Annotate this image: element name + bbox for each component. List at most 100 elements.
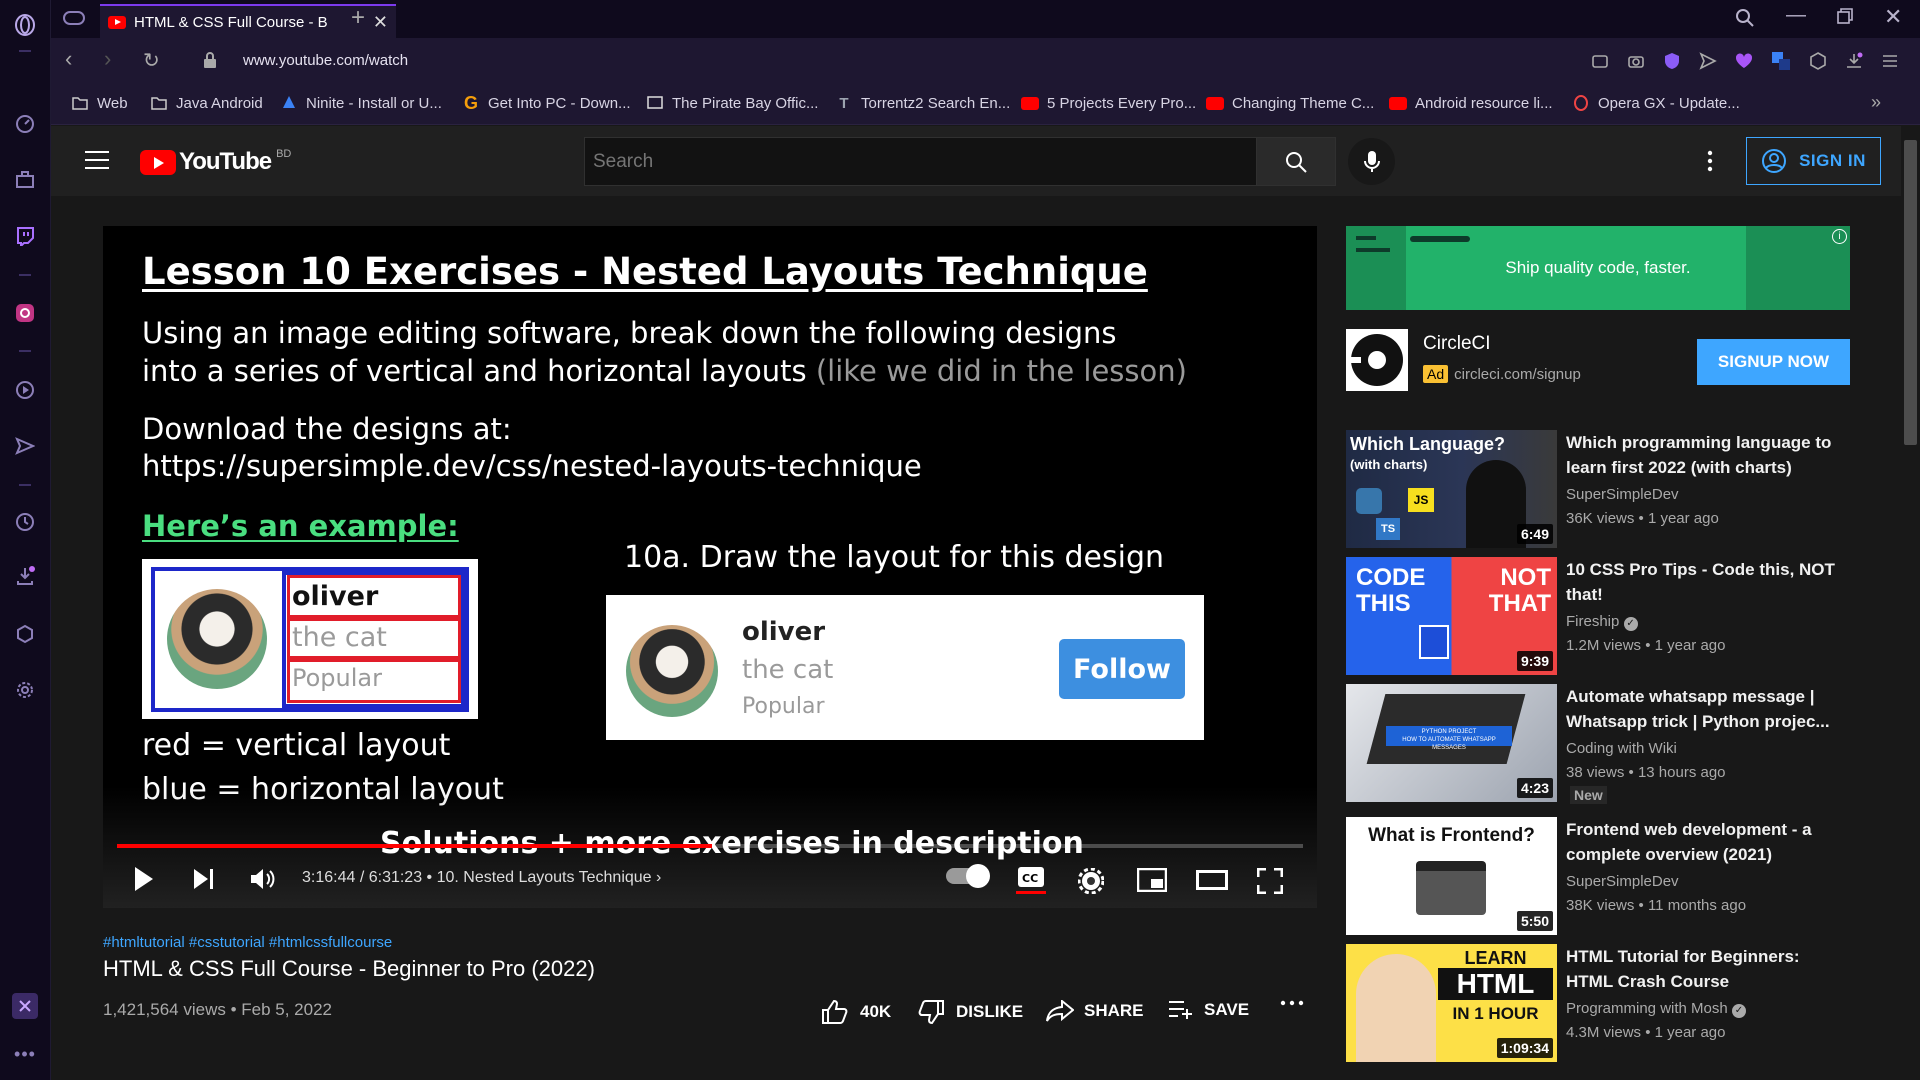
minimize-icon[interactable]: — bbox=[1786, 4, 1806, 27]
video-thumbnail[interactable]: What is Frontend? 5:50 bbox=[1346, 817, 1557, 935]
miniplayer-button[interactable] bbox=[1137, 868, 1167, 892]
video-hashtags[interactable]: #htmltutorial #csstutorial #htmlcssfullc… bbox=[103, 934, 392, 951]
ad-info-icon[interactable]: i bbox=[1832, 229, 1847, 244]
bookmark-android-resource[interactable]: Android resource li... bbox=[1389, 94, 1553, 112]
recommendation-item[interactable]: PYTHON PROJECT HOW TO AUTOMATE WHATSAPP M… bbox=[1346, 684, 1920, 804]
close-window-icon[interactable]: ✕ bbox=[1884, 4, 1902, 30]
recommendation-item[interactable]: LEARN HTML IN 1 HOUR 1:09:34 HTML Tutori… bbox=[1346, 944, 1920, 1062]
video-thumbnail[interactable]: Which Language? (with charts) JS TS 6:49 bbox=[1346, 430, 1557, 548]
ad-banner[interactable]: Ship quality code, faster. i bbox=[1346, 226, 1850, 310]
opera-logo-icon[interactable] bbox=[13, 13, 37, 37]
history-icon[interactable] bbox=[13, 510, 37, 534]
send-icon[interactable] bbox=[13, 434, 37, 458]
sign-in-button[interactable]: SIGN IN bbox=[1746, 137, 1881, 185]
channel-name[interactable]: Fireship ✓ bbox=[1566, 613, 1638, 631]
theater-button[interactable] bbox=[1196, 870, 1228, 890]
more-bookmarks-icon[interactable]: » bbox=[1871, 92, 1881, 113]
bookmark-java-android[interactable]: Java Android bbox=[150, 94, 263, 112]
camera-icon[interactable] bbox=[1627, 52, 1645, 70]
flow-send-icon[interactable] bbox=[1699, 52, 1717, 70]
more-options-icon[interactable] bbox=[1707, 149, 1713, 178]
gx-corner-icon[interactable] bbox=[13, 168, 37, 192]
vpn-shield-icon[interactable] bbox=[1663, 52, 1681, 70]
player-icon[interactable] bbox=[13, 378, 37, 402]
fullscreen-button[interactable] bbox=[1257, 868, 1283, 894]
share-button[interactable]: SHARE bbox=[1046, 1000, 1144, 1022]
reload-icon[interactable]: ↻ bbox=[143, 48, 160, 73]
recommendation-title[interactable]: Frontend web development - a complete ov… bbox=[1566, 817, 1836, 867]
youtube-logo[interactable]: YouTube BD bbox=[140, 148, 291, 176]
channel-name[interactable]: Coding with Wiki bbox=[1566, 740, 1677, 757]
download-icon[interactable] bbox=[1845, 52, 1863, 70]
recommendation-title[interactable]: Which programming language to learn firs… bbox=[1566, 430, 1836, 480]
instagram-icon[interactable] bbox=[13, 301, 37, 325]
gx-control-icon[interactable] bbox=[12, 993, 38, 1019]
video-thumbnail[interactable]: PYTHON PROJECT HOW TO AUTOMATE WHATSAPP M… bbox=[1346, 684, 1557, 802]
video-thumbnail[interactable]: CODE THIS NOT THAT 9:39 bbox=[1346, 557, 1557, 675]
progress-bar[interactable] bbox=[117, 844, 1303, 848]
channel-name[interactable]: Programming with Mosh ✓ bbox=[1566, 1000, 1746, 1018]
url-field[interactable]: www.youtube.com/watch bbox=[243, 52, 408, 69]
bookmark-torrentz[interactable]: T Torrentz2 Search En... bbox=[835, 94, 1010, 112]
autoplay-toggle[interactable] bbox=[946, 864, 990, 888]
bookmark-ninite[interactable]: Ninite - Install or U... bbox=[280, 94, 442, 112]
bookmark-piratebay[interactable]: The Pirate Bay Offic... bbox=[646, 94, 818, 112]
circleci-logo[interactable] bbox=[1346, 329, 1408, 391]
voice-search-button[interactable] bbox=[1348, 138, 1395, 185]
menu-icon[interactable] bbox=[85, 151, 109, 174]
restore-icon[interactable] bbox=[1836, 7, 1854, 30]
recommendation-title[interactable]: 10 CSS Pro Tips - Code this, NOT that! bbox=[1566, 557, 1836, 607]
recommendation-item[interactable]: What is Frontend? 5:50 Frontend web deve… bbox=[1346, 817, 1920, 935]
more-icon[interactable]: ••• bbox=[13, 1042, 37, 1066]
ts-logo-icon: TS bbox=[1376, 518, 1400, 540]
recommendation-title[interactable]: HTML Tutorial for Beginners: HTML Crash … bbox=[1566, 944, 1836, 994]
video-player[interactable]: Lesson 10 Exercises - Nested Layouts Tec… bbox=[103, 226, 1317, 908]
new-tab-icon[interactable]: + bbox=[351, 4, 365, 32]
channel-name[interactable]: SuperSimpleDev bbox=[1566, 873, 1679, 890]
channel-name[interactable]: SuperSimpleDev bbox=[1566, 486, 1679, 503]
video-thumbnail[interactable]: LEARN HTML IN 1 HOUR 1:09:34 bbox=[1346, 944, 1557, 1062]
search-input[interactable] bbox=[584, 137, 1257, 186]
new-badge: New bbox=[1570, 786, 1607, 804]
heart-icon[interactable] bbox=[1735, 52, 1753, 70]
subtitles-button[interactable]: CC bbox=[1016, 866, 1046, 894]
cube-icon[interactable] bbox=[1809, 52, 1827, 70]
ad-name[interactable]: CircleCI bbox=[1423, 333, 1491, 355]
close-tab-icon[interactable]: ✕ bbox=[373, 12, 388, 33]
save-button[interactable]: SAVE bbox=[1168, 1000, 1249, 1020]
bookmark-5-projects[interactable]: 5 Projects Every Pro... bbox=[1021, 94, 1196, 112]
recommendation-item[interactable]: Which Language? (with charts) JS TS 6:49… bbox=[1346, 430, 1920, 548]
bookmark-web[interactable]: Web bbox=[71, 94, 128, 112]
translate-icon[interactable] bbox=[1771, 51, 1791, 71]
more-actions-icon[interactable] bbox=[1280, 1000, 1304, 1006]
forward-icon[interactable]: › bbox=[104, 46, 111, 72]
settings-button[interactable] bbox=[1078, 868, 1104, 894]
back-icon[interactable]: ‹ bbox=[65, 46, 72, 72]
easy-setup-icon[interactable] bbox=[1881, 52, 1899, 70]
snapshot-icon[interactable] bbox=[1591, 52, 1609, 70]
search-button[interactable] bbox=[1257, 137, 1336, 186]
chapter-title[interactable]: 10. Nested Layouts Technique bbox=[437, 869, 652, 886]
gamepad-icon[interactable] bbox=[63, 10, 85, 31]
youtube-favicon-icon bbox=[108, 15, 126, 29]
downloads-icon[interactable] bbox=[13, 564, 37, 588]
volume-button[interactable] bbox=[250, 868, 276, 890]
bookmark-getintopc[interactable]: G Get Into PC - Down... bbox=[462, 93, 631, 113]
speedometer-icon[interactable] bbox=[13, 112, 37, 136]
search-tabs-icon[interactable] bbox=[1735, 8, 1755, 33]
twitch-icon[interactable] bbox=[13, 224, 37, 248]
scrollbar-thumb[interactable] bbox=[1904, 140, 1917, 445]
bookmark-opera-gx[interactable]: Opera GX - Update... bbox=[1572, 94, 1740, 112]
next-button[interactable] bbox=[193, 868, 215, 890]
youtube-icon bbox=[1021, 94, 1039, 112]
settings-icon[interactable] bbox=[13, 678, 37, 702]
recommendation-item[interactable]: CODE THIS NOT THAT 9:39 10 CSS Pro Tips … bbox=[1346, 557, 1920, 675]
bookmark-changing-theme[interactable]: Changing Theme C... bbox=[1206, 94, 1374, 112]
like-button[interactable]: 40K bbox=[822, 1000, 891, 1024]
signup-now-button[interactable]: SIGNUP NOW bbox=[1697, 339, 1850, 385]
play-button[interactable] bbox=[133, 866, 155, 892]
extensions-icon[interactable] bbox=[13, 622, 37, 646]
youtube-icon bbox=[1206, 94, 1224, 112]
dislike-button[interactable]: DISLIKE bbox=[918, 1000, 1023, 1024]
recommendation-title[interactable]: Automate whatsapp message | Whatsapp tri… bbox=[1566, 684, 1836, 734]
